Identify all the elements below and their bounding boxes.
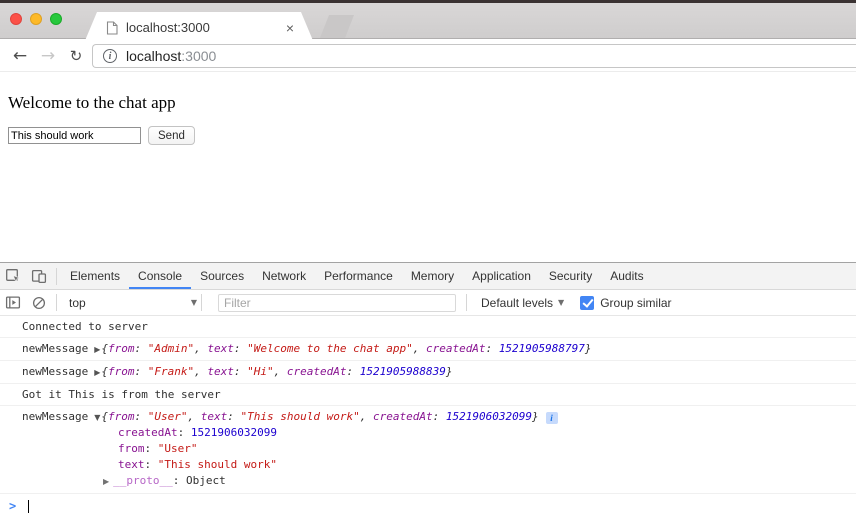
object-property: from: "User" [22,441,856,457]
console-message-event: newMessage ▶{from: "Admin", text: "Welcom… [0,338,856,361]
page-file-icon [106,21,118,35]
execution-context-selector[interactable]: top ▼ [69,296,197,310]
console-message-event: newMessage ▶{from: "Frank", text: "Hi", c… [0,361,856,384]
url-port: :3000 [181,48,216,64]
event-name: newMessage [22,365,88,378]
send-button[interactable]: Send [148,126,195,145]
object-proto-property: ▶__proto__: Object [22,473,856,490]
info-icon[interactable]: i [546,412,558,424]
object-property: text: "This should work" [22,457,856,473]
prompt-chevron-icon: > [9,499,16,513]
console-message-log: Connected to server [0,316,856,338]
traffic-lights [10,13,62,25]
site-info-icon[interactable]: i [103,49,117,63]
inspect-cursor-icon [5,268,21,284]
devtools-tab-sources[interactable]: Sources [191,263,253,289]
chat-form: Send [8,126,195,145]
group-similar-checkbox[interactable] [580,296,594,310]
separator [56,294,57,311]
browser-tab[interactable]: localhost:3000 × [84,12,314,43]
levels-label: Default levels [481,296,553,310]
reload-button[interactable]: ↻ [64,39,88,72]
close-tab-icon[interactable]: × [286,21,294,35]
console-messages: Connected to server newMessage▶{from: "A… [0,316,856,517]
address-bar[interactable]: i localhost:3000 [92,44,856,68]
device-toolbar-button[interactable] [26,263,52,289]
separator [201,294,202,311]
expand-toggle-icon[interactable]: ▶ [94,345,100,354]
tab-title: localhost:3000 [126,20,278,35]
close-window-button[interactable] [10,13,22,25]
browser-toolbar: ← → ↻ i localhost:3000 [0,39,856,72]
text-caret [28,500,29,513]
expand-toggle-icon[interactable]: ▶ [94,368,100,377]
chevron-down-icon: ▼ [191,298,197,307]
console-toolbar: top ▼ Default levels ▼ Group similar [0,290,856,316]
devtools-tab-network[interactable]: Network [253,263,315,289]
console-prompt[interactable]: > [0,494,856,517]
url-text[interactable]: localhost:3000 [126,48,216,64]
separator [466,294,467,311]
page-heading: Welcome to the chat app [8,93,856,113]
log-text: Got it This is from the server [22,388,221,401]
default-levels-dropdown[interactable]: Default levels ▼ [481,296,564,310]
object-preview: {from: "User", text: "This should work",… [101,410,538,423]
event-name: newMessage [22,410,88,423]
object-preview: {from: "Admin", text: "Welcome to the ch… [101,342,591,355]
chevron-down-icon: ▼ [558,298,564,307]
devtools-tab-memory[interactable]: Memory [402,263,463,289]
devtools-tab-performance[interactable]: Performance [315,263,402,289]
tab-strip: localhost:3000 × [0,3,856,39]
minimize-window-button[interactable] [30,13,42,25]
devtools-tab-audits[interactable]: Audits [601,263,652,289]
event-name: newMessage [22,342,88,355]
expanded-preview-line: newMessage ▼{from: "User", text: "This sh… [22,409,856,425]
url-host: localhost [126,48,181,64]
console-message-log: Got it This is from the server [0,384,856,406]
new-tab-button[interactable] [320,15,354,38]
devtools-tab-console[interactable]: Console [129,263,191,289]
page-content: Welcome to the chat app Send [0,73,856,262]
clear-console-button[interactable] [26,290,52,316]
context-label: top [69,296,86,310]
device-toolbar-icon [31,268,47,284]
devtools-tab-bar: Elements Console Sources Network Perform… [0,263,856,290]
log-text: Connected to server [22,320,148,333]
separator [56,268,57,285]
message-input[interactable] [8,127,141,144]
console-sidebar-button[interactable] [0,290,26,316]
object-preview: {from: "Frank", text: "Hi", createdAt: 1… [101,365,452,378]
filter-input[interactable] [218,294,456,312]
clear-console-icon [32,296,46,310]
devtools-tab-security[interactable]: Security [540,263,601,289]
expand-toggle-icon[interactable]: ▶ [103,477,109,486]
console-message-event-expanded: newMessage ▼{from: "User", text: "This sh… [0,406,856,494]
group-similar-label: Group similar [600,296,671,310]
object-property: createdAt: 1521906032099 [22,425,856,441]
console-sidebar-icon [5,295,21,310]
forward-button: → [36,39,60,72]
devtools-tab-application[interactable]: Application [463,263,540,289]
devtools-panel: Elements Console Sources Network Perform… [0,262,856,527]
back-button[interactable]: ← [8,39,32,72]
zoom-window-button[interactable] [50,13,62,25]
inspect-element-button[interactable] [0,263,26,289]
devtools-tab-elements[interactable]: Elements [61,263,129,289]
collapse-toggle-icon[interactable]: ▼ [94,413,100,422]
